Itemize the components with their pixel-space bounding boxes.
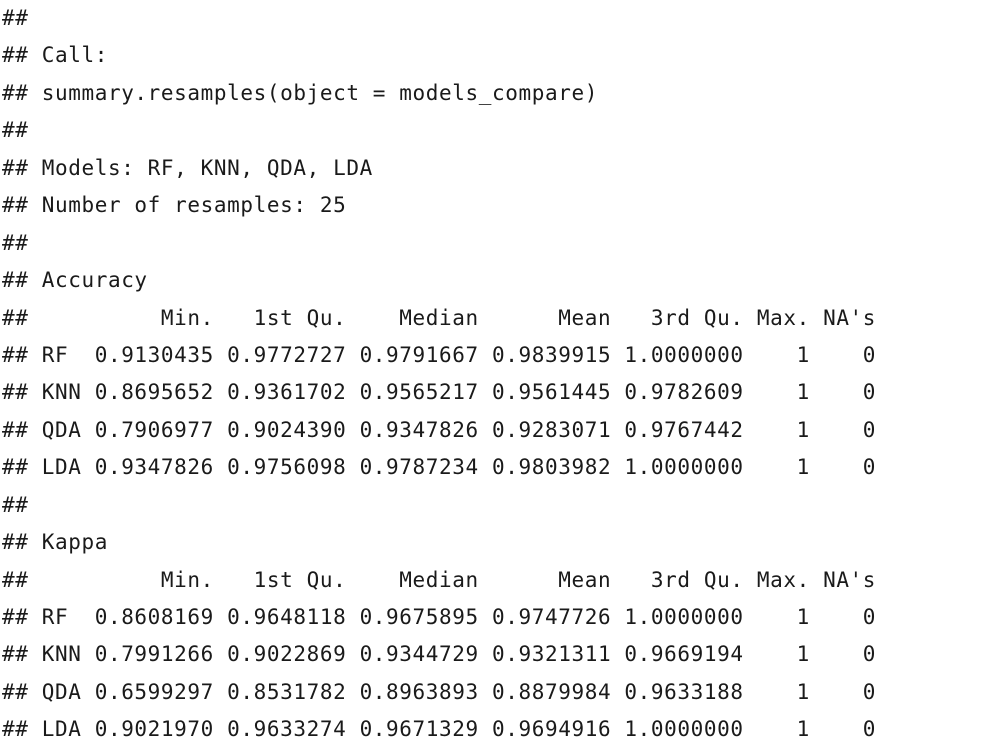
output-line: ## <box>2 492 29 517</box>
console-output: ## ## Call: ## summary.resamples(object = … <box>0 0 995 749</box>
output-line: ## Number of resamples: 25 <box>2 193 347 218</box>
output-line: ## Call: <box>2 43 108 68</box>
output-line: ## <box>2 6 29 30</box>
output-line: ## summary.resamples(object = models_com… <box>2 80 598 105</box>
output-line: ## <box>2 230 29 255</box>
kappa-row-qda: ## QDA 0.6599297 0.8531782 0.8963893 0.8… <box>2 679 877 704</box>
accuracy-table-header: ## Min. 1st Qu. Median Mean 3rd Qu. Max.… <box>2 305 877 330</box>
kappa-heading: ## Kappa <box>2 530 108 555</box>
accuracy-row-lda: ## LDA 0.9347826 0.9756098 0.9787234 0.9… <box>2 455 877 480</box>
kappa-row-knn: ## KNN 0.7991266 0.9022869 0.9344729 0.9… <box>2 642 877 667</box>
output-line: ## <box>2 118 29 143</box>
accuracy-heading: ## Accuracy <box>2 268 148 293</box>
accuracy-row-rf: ## RF 0.9130435 0.9772727 0.9791667 0.98… <box>2 342 877 367</box>
output-line: ## Models: RF, KNN, QDA, LDA <box>2 155 373 180</box>
kappa-table-header: ## Min. 1st Qu. Median Mean 3rd Qu. Max.… <box>2 567 877 592</box>
kappa-row-rf: ## RF 0.8608169 0.9648118 0.9675895 0.97… <box>2 605 877 629</box>
accuracy-row-qda: ## QDA 0.7906977 0.9024390 0.9347826 0.9… <box>2 417 877 442</box>
kappa-row-lda: ## LDA 0.9021970 0.9633274 0.9671329 0.9… <box>2 717 877 742</box>
accuracy-row-knn: ## KNN 0.8695652 0.9361702 0.9565217 0.9… <box>2 380 877 405</box>
